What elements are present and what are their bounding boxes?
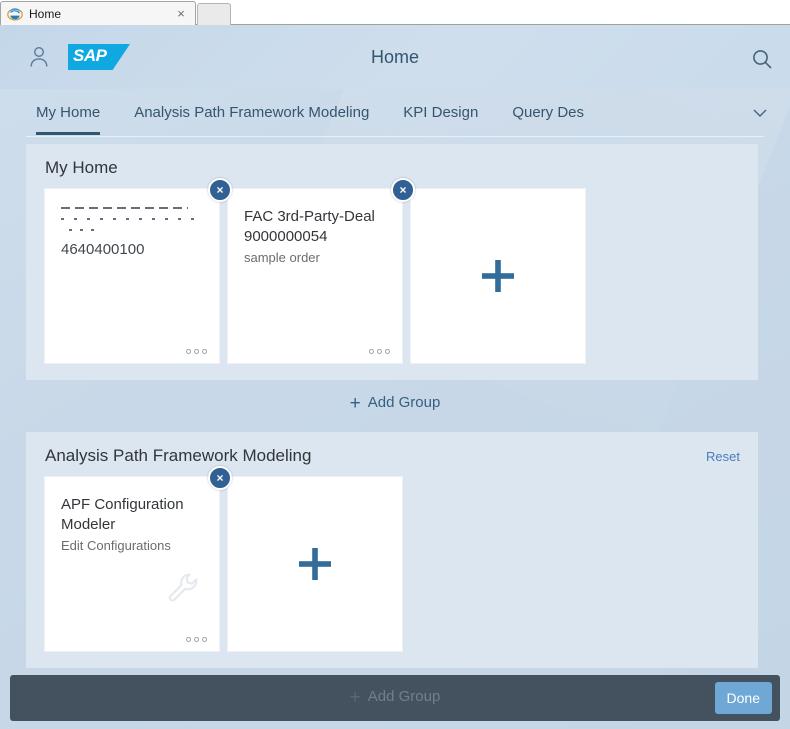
more-actions-icon[interactable]	[186, 349, 207, 354]
tile-title-text: FAC 3rd-Party-Deal 9000000054	[244, 208, 375, 245]
dot	[186, 349, 191, 354]
add-tile-button[interactable]	[410, 188, 586, 364]
sap-logo-text: SAP	[73, 46, 107, 65]
plus-icon	[477, 255, 519, 297]
plus-icon: +	[349, 687, 361, 708]
more-actions-icon[interactable]	[369, 349, 390, 354]
tile-remove-button[interactable]: ×	[208, 178, 232, 202]
new-tab-button[interactable]	[197, 3, 231, 25]
browser-tab-title: Home	[29, 6, 62, 21]
tile-title: APF Configuration Modeler Edit Configura…	[61, 495, 205, 555]
launchpad-content: My Home × 4640400100 × FAC 3rd-Party-Dea…	[0, 137, 790, 697]
dot	[385, 349, 390, 354]
plus-icon: +	[349, 393, 361, 414]
tile-title-ghost-line	[61, 218, 200, 220]
tile-container: × APF Configuration Modeler Edit Configu…	[44, 466, 740, 652]
tile-title-ghost-line	[61, 207, 188, 209]
browser-tab-strip: Home ×	[0, 0, 790, 25]
dot	[202, 637, 207, 642]
fiori-shell: SAP Home My Home Analysis Path Framework…	[0, 25, 790, 729]
browser-chrome: Home ×	[0, 0, 790, 25]
tile-remove-button[interactable]: ×	[391, 178, 415, 202]
tab-my-home[interactable]: My Home	[36, 89, 101, 137]
dot	[377, 349, 382, 354]
tile-number: 4640400100	[61, 241, 145, 258]
tab-analysis-path-framework-modeling[interactable]: Analysis Path Framework Modeling	[134, 89, 369, 137]
tile-partial[interactable]: × 4640400100	[44, 178, 232, 364]
plus-icon	[294, 543, 336, 585]
group-title: Analysis Path Framework Modeling	[45, 446, 312, 465]
dot	[194, 349, 199, 354]
group-reset-link[interactable]: Reset	[706, 449, 740, 464]
more-actions-icon[interactable]	[186, 637, 207, 642]
dot	[194, 637, 199, 642]
close-icon[interactable]: ×	[173, 6, 189, 22]
tile-subtitle: Edit Configurations	[61, 538, 171, 553]
tile-title-ghost-line	[69, 229, 98, 231]
tile-title: FAC 3rd-Party-Deal 9000000054 sample ord…	[244, 207, 388, 267]
internet-explorer-icon	[7, 6, 23, 22]
tab-query-des[interactable]: Query Des	[512, 89, 584, 137]
group-title: My Home	[45, 158, 118, 177]
group-analysis-path-framework-modeling: Analysis Path Framework Modeling Reset ×…	[26, 432, 758, 668]
tile-title: 4640400100	[61, 207, 205, 260]
search-icon[interactable]	[750, 47, 774, 71]
user-icon[interactable]	[28, 45, 50, 69]
chevron-down-icon[interactable]	[750, 103, 770, 123]
tile-fac-3rd-party-deal[interactable]: × FAC 3rd-Party-Deal 9000000054 sample o…	[227, 178, 415, 364]
dot	[186, 637, 191, 642]
done-button[interactable]: Done	[714, 682, 772, 714]
navigation-tab-bar: My Home Analysis Path Framework Modeling…	[0, 89, 790, 137]
footer-add-group-button[interactable]: + Add Group	[350, 687, 441, 709]
browser-tab[interactable]: Home ×	[0, 1, 196, 25]
tab-kpi-design[interactable]: KPI Design	[403, 89, 478, 137]
sap-logo[interactable]: SAP	[68, 44, 130, 70]
tile-remove-button[interactable]: ×	[208, 466, 232, 490]
tile-container: × 4640400100 × FAC 3rd-Party-Deal 900000…	[44, 178, 740, 364]
add-tile-button[interactable]	[227, 476, 403, 652]
add-group-button[interactable]: + Add Group	[0, 380, 790, 425]
tile-subtitle: sample order	[244, 250, 320, 265]
group-header: My Home	[44, 158, 740, 178]
footer-add-group-label: Add Group	[367, 688, 441, 705]
dot	[202, 349, 207, 354]
tile-title-text: APF Configuration Modeler	[61, 496, 184, 533]
wrench-icon	[167, 571, 201, 605]
shell-header: SAP Home	[0, 25, 790, 89]
edit-mode-footer-bar: + Add Group Done	[10, 675, 780, 721]
add-group-label: Add Group	[367, 394, 441, 411]
group-my-home: My Home × 4640400100 × FAC 3rd-Party-Dea…	[26, 144, 758, 380]
tile-apf-configuration-modeler[interactable]: × APF Configuration Modeler Edit Configu…	[44, 466, 232, 652]
dot	[369, 349, 374, 354]
group-header: Analysis Path Framework Modeling Reset	[44, 446, 740, 466]
